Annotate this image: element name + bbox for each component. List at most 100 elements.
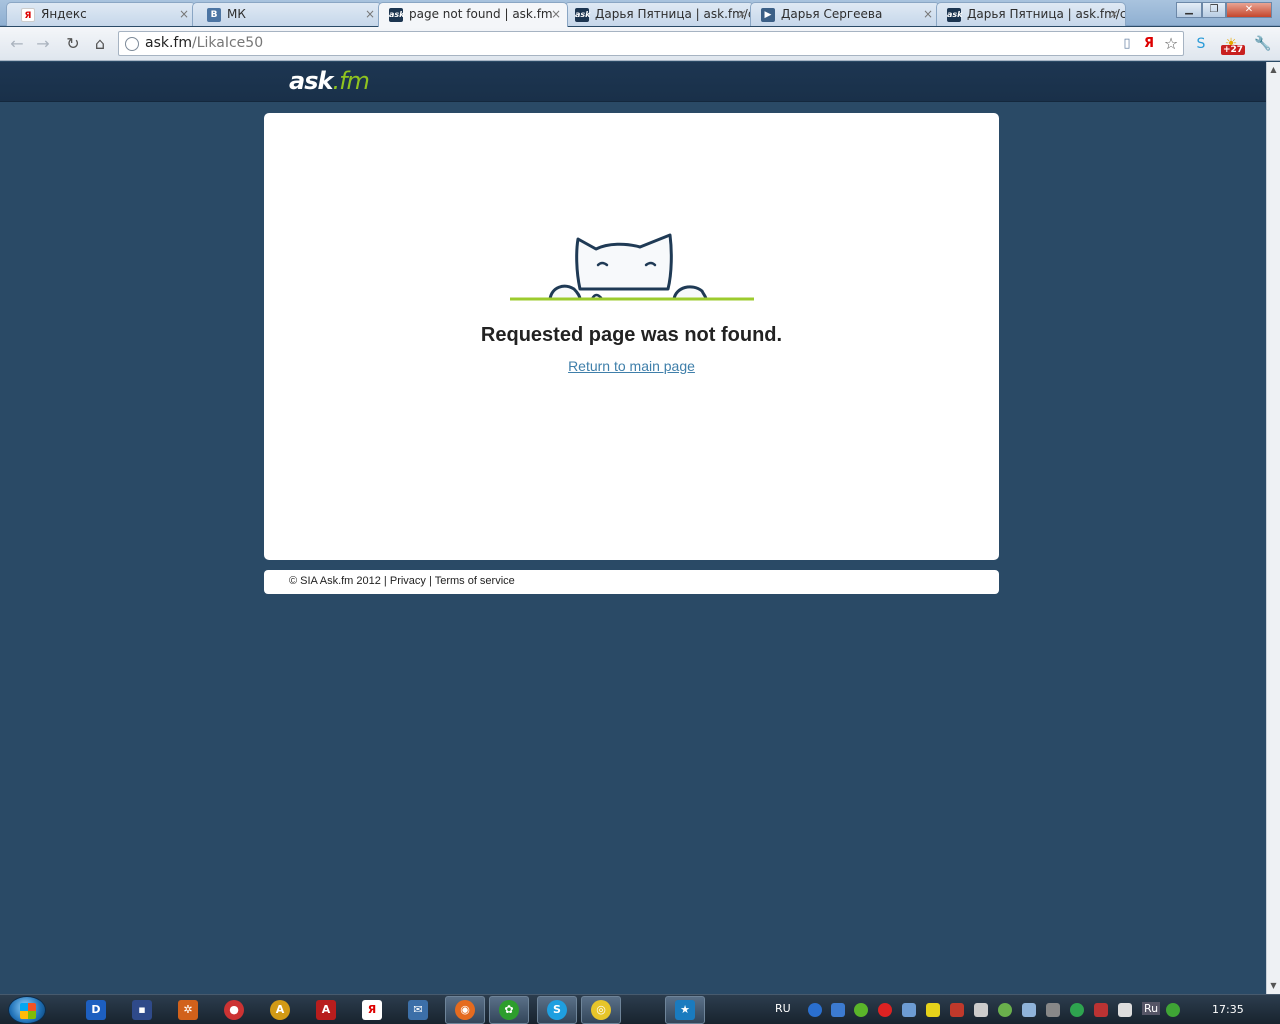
askfm-icon: ask <box>389 8 404 22</box>
vk-icon: В <box>207 8 221 22</box>
volume-tray-icon[interactable] <box>1118 1003 1132 1017</box>
firefox-icon: ◉ <box>455 1000 475 1020</box>
floppy-icon[interactable]: ▪ <box>132 1000 152 1020</box>
address-text[interactable]: ask.fm/LikaIce50 <box>145 35 263 51</box>
download-tray-icon[interactable] <box>808 1003 822 1017</box>
network-tray-icon[interactable] <box>902 1003 916 1017</box>
error-title: Requested page was not found. <box>480 324 783 346</box>
site-header: ask.fm <box>0 62 1266 102</box>
tab-yandex[interactable]: Я Яндекс × <box>6 2 196 26</box>
lips-tray-icon[interactable] <box>878 1003 892 1017</box>
skype-ext-icon[interactable]: S <box>1190 33 1212 55</box>
tab-label: page not found | ask.fm <box>409 7 553 21</box>
address-host: ask.fm <box>145 35 192 51</box>
camera-tray-icon[interactable] <box>1022 1003 1036 1017</box>
tab-label: Яндекс <box>41 7 87 21</box>
app-gear-icon[interactable]: ✲ <box>178 1000 198 1020</box>
address-path: /LikaIce50 <box>192 35 264 51</box>
start-button[interactable] <box>8 996 46 1024</box>
flag-tray-icon[interactable] <box>1094 1003 1108 1017</box>
scroll-down-icon[interactable]: ▼ <box>1267 978 1280 994</box>
extension-badge: +27 <box>1221 45 1246 55</box>
askfm-icon: ask <box>947 8 962 22</box>
tab-label: МК <box>227 7 246 21</box>
task-chrome[interactable]: ◎ <box>581 996 621 1024</box>
site-footer: © SIA Ask.fm 2012 | Privacy | Terms of s… <box>264 570 999 594</box>
privacy-link[interactable]: Privacy <box>390 575 426 587</box>
askfm-logo[interactable]: ask.fm <box>289 67 370 95</box>
star-icon[interactable]: ☆ <box>1163 36 1179 52</box>
task-firefox[interactable]: ◉ <box>445 996 485 1024</box>
tab-mk[interactable]: В МК × <box>192 2 382 26</box>
task-app-star[interactable]: ★ <box>665 996 705 1024</box>
minimize-icon[interactable]: ▁ <box>1176 2 1202 18</box>
device-tray-icon[interactable] <box>974 1003 988 1017</box>
update-tray-icon[interactable] <box>998 1003 1012 1017</box>
tab-label: Дарья Пятница | ask.fm/c <box>595 7 754 21</box>
video-icon: ▶ <box>761 8 775 22</box>
windows-logo-icon <box>20 1003 36 1019</box>
aimp-icon[interactable]: A <box>270 1000 290 1020</box>
vertical-scrollbar[interactable]: ▲ ▼ <box>1266 62 1280 994</box>
mail-icon[interactable]: ✉ <box>408 1000 428 1020</box>
screen-tray-icon[interactable] <box>831 1003 845 1017</box>
tab-darya-pyatnitsa-1[interactable]: ask Дарья Пятница | ask.fm/c × <box>564 2 754 26</box>
tab-label: Дарья Сергеева <box>781 7 883 21</box>
ime-indicator[interactable]: Ru <box>1142 1002 1161 1015</box>
fish-tray-icon[interactable] <box>950 1003 964 1017</box>
home-icon[interactable]: ⌂ <box>89 33 111 55</box>
yandex-bar-icon[interactable]: Я <box>1141 36 1157 52</box>
star-app-icon: ★ <box>675 1000 695 1020</box>
reload-icon[interactable]: ↻ <box>62 33 84 55</box>
close-icon[interactable]: × <box>179 3 189 25</box>
footer-separator: | <box>380 575 390 587</box>
clock[interactable]: 17:35 <box>1212 1003 1244 1016</box>
logo-fm: .fm <box>332 67 369 95</box>
return-to-main-link[interactable]: Return to main page <box>264 358 999 374</box>
task-skype[interactable]: S <box>537 996 577 1024</box>
error-card: Requested page was not found. Return to … <box>264 113 999 560</box>
icq-icon: ✿ <box>499 1000 519 1020</box>
maximize-icon[interactable]: ❐ <box>1202 2 1226 18</box>
browser-toolbar: ← → ↻ ⌂ ask.fm/LikaIce50 ▯ Я ☆ S ☀ +27 🔧 <box>0 27 1280 61</box>
tab-label: Дарья Пятница | ask.fm/c <box>967 7 1126 21</box>
logo-ask: ask <box>289 67 333 95</box>
close-icon[interactable]: × <box>365 3 375 25</box>
footer-separator: | <box>425 575 435 587</box>
daemon-tools-icon[interactable]: D <box>86 1000 106 1020</box>
task-icq[interactable]: ✿ <box>489 996 529 1024</box>
globe-icon <box>125 37 139 51</box>
askfm-icon: ask <box>575 8 590 22</box>
yandex-taskbar-icon[interactable]: Я <box>362 1000 382 1020</box>
close-icon[interactable]: × <box>737 3 747 25</box>
icq-tray-icon[interactable] <box>854 1003 868 1017</box>
cat-peeking-icon <box>510 233 754 301</box>
wrench-icon[interactable]: 🔧 <box>1252 33 1274 55</box>
address-bar[interactable]: ask.fm/LikaIce50 ▯ Я ☆ <box>118 31 1184 56</box>
copyright-text: © SIA Ask.fm 2012 <box>289 575 381 587</box>
tab-darya-pyatnitsa-2[interactable]: ask Дарья Пятница | ask.fm/c × <box>936 2 1126 26</box>
green-tray-icon[interactable] <box>1070 1003 1084 1017</box>
scroll-up-icon[interactable]: ▲ <box>1267 62 1280 78</box>
close-icon[interactable]: × <box>1109 3 1119 25</box>
skype-icon: S <box>547 1000 567 1020</box>
page-viewport: ask.fm Requested page was not found. Ret… <box>0 62 1266 994</box>
window-close-icon[interactable]: ✕ <box>1226 2 1272 18</box>
tab-darya-sergeeva[interactable]: ▶ Дарья Сергеева × <box>750 2 940 26</box>
utorrent-tray-icon[interactable] <box>1166 1003 1180 1017</box>
back-icon[interactable]: ← <box>6 33 28 55</box>
app-a-icon[interactable]: A <box>316 1000 336 1020</box>
tab-page-not-found[interactable]: ask page not found | ask.fm × <box>378 2 568 27</box>
usb-tray-icon[interactable] <box>1046 1003 1060 1017</box>
language-indicator[interactable]: RU <box>775 1002 791 1015</box>
close-icon[interactable]: × <box>551 3 561 25</box>
tab-strip: Я Яндекс × В МК × ask page not found | a… <box>0 0 1280 27</box>
terms-link[interactable]: Terms of service <box>435 575 515 587</box>
close-icon[interactable]: × <box>923 3 933 25</box>
page-icon[interactable]: ▯ <box>1119 36 1135 52</box>
yandex-icon: Я <box>21 8 35 22</box>
app-red-icon[interactable]: ● <box>224 1000 244 1020</box>
taskbar: D ▪ ✲ ● A A Я ✉ ◉ ✿ S ◎ ★ RU Ru 17:35 <box>0 994 1280 1024</box>
forward-icon[interactable]: → <box>32 33 54 55</box>
shield-tray-icon[interactable] <box>926 1003 940 1017</box>
